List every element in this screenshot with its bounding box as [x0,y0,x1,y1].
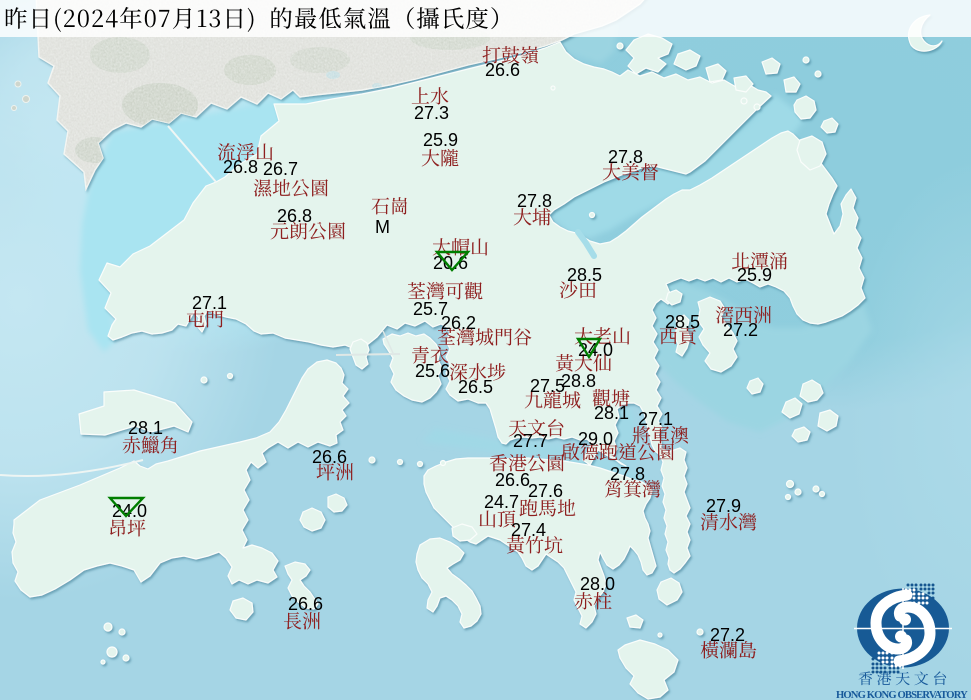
svg-text:24.7: 24.7 [484,492,519,512]
svg-text:27.8: 27.8 [610,464,645,484]
svg-text:27.2: 27.2 [723,320,758,340]
svg-text:27.1: 27.1 [192,293,227,313]
svg-text:26.6: 26.6 [485,60,520,80]
svg-text:27.7: 27.7 [513,431,548,451]
svg-text:27.3: 27.3 [414,103,449,123]
svg-text:25.6: 25.6 [415,361,450,381]
svg-text:29.0: 29.0 [578,429,613,449]
svg-text:27.8: 27.8 [517,191,552,211]
svg-text:26.6: 26.6 [312,447,347,467]
svg-text:27.9: 27.9 [706,496,741,516]
svg-text:25.9: 25.9 [423,130,458,150]
svg-text:27.2: 27.2 [710,625,745,645]
svg-text:HONG KONG OBSERVATORY: HONG KONG OBSERVATORY [836,690,968,700]
svg-text:28.5: 28.5 [665,312,700,332]
svg-text:26.7: 26.7 [263,159,298,179]
svg-text:28.0: 28.0 [580,574,615,594]
svg-text:27.4: 27.4 [511,520,546,540]
svg-text:27.8: 27.8 [608,147,643,167]
svg-text:28.1: 28.1 [594,403,629,423]
svg-text:26.5: 26.5 [458,377,493,397]
svg-text:M: M [375,217,390,237]
svg-text:28.8: 28.8 [561,371,596,391]
svg-text:26.2: 26.2 [441,313,476,333]
svg-text:27.5: 27.5 [530,376,565,396]
svg-text:28.5: 28.5 [567,265,602,285]
svg-text:26.6: 26.6 [495,470,530,490]
svg-text:25.9: 25.9 [737,265,772,285]
svg-text:27.6: 27.6 [528,481,563,501]
svg-text:27.1: 27.1 [638,409,673,429]
svg-text:26.8: 26.8 [277,206,312,226]
svg-text:28.1: 28.1 [128,418,163,438]
svg-text:26.8: 26.8 [223,157,258,177]
svg-text:24.0: 24.0 [578,340,613,360]
svg-text:26.6: 26.6 [288,594,323,614]
